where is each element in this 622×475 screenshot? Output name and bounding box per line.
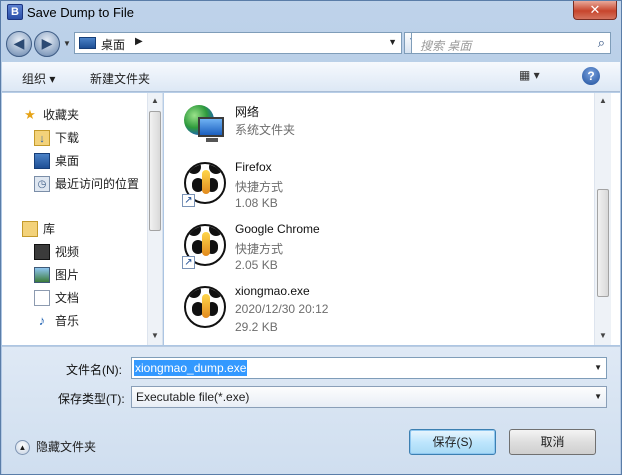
downloads-folder-icon: ↓ (34, 129, 50, 146)
nav-item-desktop[interactable]: 桌面 (34, 151, 79, 171)
search-placeholder: 搜索 桌面 (420, 39, 472, 53)
cancel-button[interactable]: 取消 (509, 429, 596, 455)
favorites-star-icon: ★ (24, 106, 36, 122)
file-name: Google Chrome (235, 222, 320, 236)
scrollbar-thumb[interactable] (149, 111, 161, 231)
chevron-up-icon[interactable]: ▲ (15, 440, 30, 456)
file-type: 快捷方式 (235, 242, 284, 256)
file-item-network[interactable]: 网络 系统文件夹 (182, 103, 442, 163)
recent-locations-dropdown-icon[interactable]: ▼ (63, 39, 71, 48)
view-options-button[interactable]: ▦ ▾ (519, 68, 540, 82)
nav-item-downloads[interactable]: ↓ 下载 (34, 128, 79, 148)
file-size: 29.2 KB (235, 320, 278, 334)
file-name: xiongmao.exe (235, 284, 310, 298)
panda-shortcut-icon: ↗ (182, 222, 228, 269)
music-library-icon: ♪ (38, 312, 46, 328)
filetype-select[interactable]: Executable file(*.exe) ▼ (131, 386, 607, 408)
organize-menu[interactable]: 组织 ▾ (22, 70, 55, 87)
shortcut-arrow-icon: ↗ (182, 194, 195, 207)
scroll-down-icon[interactable]: ▼ (599, 331, 607, 340)
window-title: Save Dump to File (27, 5, 134, 20)
nav-item-label: 最近访问的位置 (55, 177, 140, 191)
nav-libraries-label: 库 (43, 222, 56, 236)
nav-item-recent-places[interactable]: ◷ 最近访问的位置 (34, 174, 139, 194)
nav-item-label: 下载 (55, 131, 80, 145)
nav-favorites[interactable]: ★ 收藏夹 (22, 105, 79, 125)
nav-libraries[interactable]: 库 (22, 219, 55, 239)
nav-favorites-label: 收藏夹 (43, 108, 80, 122)
file-item-google-chrome[interactable]: ↗ Google Chrome 快捷方式 2.05 KB (182, 222, 442, 282)
save-button[interactable]: 保存(S) (409, 429, 496, 455)
nav-item-label: 桌面 (55, 154, 80, 168)
filetype-value: Executable file(*.exe) (136, 390, 250, 404)
file-item-firefox[interactable]: ↗ Firefox 快捷方式 1.08 KB (182, 160, 442, 220)
file-name: 网络 (235, 105, 260, 119)
close-button[interactable]: ✕ (573, 1, 617, 20)
desktop-icon (34, 152, 50, 169)
save-dialog-window: B Save Dump to File ✕ ◀ ▶ ▼ 桌面 ▶ ▼ ↻ 搜索 … (0, 0, 622, 475)
title-bar[interactable]: B Save Dump to File ✕ (1, 1, 621, 25)
documents-library-icon (34, 289, 50, 306)
breadcrumb-arrow-icon[interactable]: ▶ (135, 36, 143, 47)
video-library-icon (34, 243, 50, 260)
file-type: 快捷方式 (235, 180, 284, 194)
panda-shortcut-icon: ↗ (182, 160, 228, 207)
filetype-label: 保存类型(T): (58, 392, 125, 406)
nav-pane-scrollbar[interactable]: ▲ ▼ (147, 93, 162, 345)
hide-folders-toggle[interactable]: ▲ 隐藏文件夹 (15, 438, 97, 456)
filetype-dropdown-icon[interactable]: ▼ (594, 392, 602, 401)
scroll-up-icon[interactable]: ▲ (151, 96, 159, 105)
file-list-scrollbar[interactable]: ▲ ▼ (594, 93, 611, 345)
pictures-library-icon (34, 266, 50, 283)
network-icon (182, 103, 228, 149)
nav-item-label: 视频 (55, 245, 80, 259)
app-icon: B (7, 4, 23, 20)
nav-item-pictures[interactable]: 图片 (34, 265, 79, 285)
address-bar[interactable]: 桌面 ▶ ▼ (74, 32, 402, 54)
hide-folders-label: 隐藏文件夹 (36, 440, 97, 454)
recent-places-icon: ◷ (34, 175, 50, 192)
nav-item-label: 文档 (55, 291, 80, 305)
command-toolbar: 组织 ▾ 新建文件夹 ▦ ▾ ? (2, 62, 620, 92)
filename-input[interactable]: xiongmao_dump.exe ▼ (131, 357, 607, 379)
navigation-pane: ★ 收藏夹 ↓ 下载 桌面 ◷ 最近访问的位置 库 视频 图片 文档 ♪ 音乐 ▲ ▼ (2, 93, 163, 345)
search-icon[interactable]: ⌕ (598, 35, 605, 51)
nav-item-label: 音乐 (55, 314, 80, 328)
nav-item-documents[interactable]: 文档 (34, 288, 79, 308)
file-list: 网络 系统文件夹 ↗ Firefox 快捷方式 1.08 KB ↗ Google… (164, 93, 620, 345)
scrollbar-thumb[interactable] (597, 189, 609, 297)
file-size: 2.05 KB (235, 258, 278, 272)
desktop-icon (79, 37, 96, 49)
help-button[interactable]: ? (582, 67, 600, 85)
file-size: 1.08 KB (235, 196, 278, 210)
shortcut-arrow-icon: ↗ (182, 256, 195, 269)
address-row: ◀ ▶ ▼ 桌面 ▶ ▼ ↻ 搜索 桌面 ⌕ (1, 27, 621, 59)
panda-app-icon (182, 284, 228, 330)
filename-dropdown-icon[interactable]: ▼ (594, 363, 602, 372)
scroll-down-icon[interactable]: ▼ (151, 331, 159, 340)
new-folder-button[interactable]: 新建文件夹 (90, 70, 150, 87)
libraries-icon (22, 220, 38, 237)
forward-button[interactable]: ▶ (34, 31, 60, 57)
address-dropdown-icon[interactable]: ▼ (388, 37, 397, 47)
file-name: Firefox (235, 160, 272, 174)
filename-value[interactable]: xiongmao_dump.exe (134, 360, 248, 376)
back-button[interactable]: ◀ (6, 31, 32, 57)
address-location[interactable]: 桌面 (101, 36, 125, 53)
search-input[interactable]: 搜索 桌面 ⌕ (411, 32, 611, 54)
nav-item-videos[interactable]: 视频 (34, 242, 79, 262)
save-options-panel: 文件名(N): xiongmao_dump.exe ▼ 保存类型(T): Exe… (2, 346, 620, 474)
file-item-xiongmao-exe[interactable]: xiongmao.exe 2020/12/30 20:12 29.2 KB (182, 284, 442, 344)
scroll-up-icon[interactable]: ▲ (599, 96, 607, 105)
nav-item-music[interactable]: ♪ 音乐 (34, 311, 79, 331)
file-date: 2020/12/30 20:12 (235, 302, 329, 316)
file-type: 系统文件夹 (235, 123, 296, 137)
filename-label: 文件名(N): (66, 363, 122, 377)
nav-item-label: 图片 (55, 268, 80, 282)
